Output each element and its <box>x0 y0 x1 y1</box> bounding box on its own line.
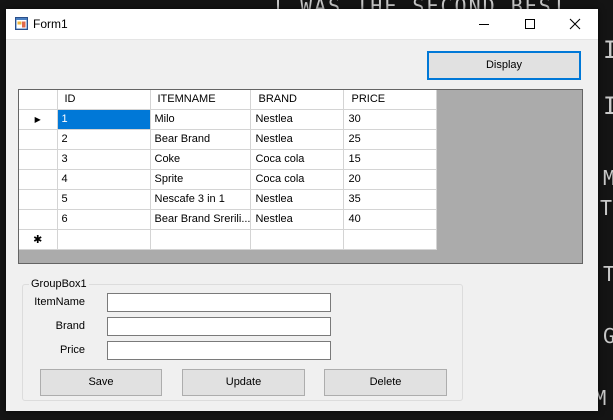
background-terminal-text: TH <box>600 196 613 220</box>
close-icon <box>569 18 581 30</box>
delete-button[interactable]: Delete <box>324 369 447 396</box>
cell-id[interactable]: 5 <box>57 189 151 210</box>
cell-itemname[interactable]: Coke <box>150 149 252 170</box>
cell-id[interactable]: 6 <box>57 209 151 230</box>
column-header-price[interactable]: PRICE <box>343 90 438 110</box>
cell-itemname[interactable]: Milo <box>150 109 252 130</box>
row-selector[interactable] <box>19 209 58 230</box>
row-selector[interactable] <box>19 129 58 150</box>
cell-id[interactable]: 1 <box>57 109 151 130</box>
cell-price[interactable]: 15 <box>343 149 438 170</box>
save-button[interactable]: Save <box>40 369 162 396</box>
new-row-asterisk-icon: ✱ <box>33 233 43 246</box>
form-window: Form1 Display ID ITEMNAME BRAND PRICE ▶ … <box>6 9 598 411</box>
column-header-itemname[interactable]: ITEMNAME <box>150 90 252 110</box>
table-row[interactable]: 6 Bear Brand Srerili... Nestlea 40 <box>19 209 438 230</box>
cell-price[interactable]: 25 <box>343 129 438 150</box>
background-terminal-text: T <box>603 262 613 286</box>
display-button[interactable]: Display <box>427 51 581 80</box>
itemname-input[interactable] <box>107 293 331 312</box>
cell-price[interactable]: 40 <box>343 209 438 230</box>
grid-header-row: ID ITEMNAME BRAND PRICE <box>19 90 438 110</box>
price-label: Price <box>59 344 85 356</box>
column-header-brand[interactable]: BRAND <box>250 90 345 110</box>
row-selector-current[interactable]: ▶ <box>19 109 58 130</box>
cell-itemname[interactable]: Sprite <box>150 169 252 190</box>
data-grid-table: ID ITEMNAME BRAND PRICE ▶ 1 Milo Nestlea… <box>19 90 438 250</box>
new-cell-itemname[interactable] <box>150 229 252 250</box>
row-selector[interactable] <box>19 149 58 170</box>
close-button[interactable] <box>552 9 598 39</box>
groupbox: GroupBox1 ItemName Brand Price Save Upda… <box>22 278 463 401</box>
cell-brand[interactable]: Nestlea <box>250 189 345 210</box>
cell-brand[interactable]: Coca cola <box>250 149 345 170</box>
background-terminal-text: M <box>603 166 613 190</box>
background-terminal-text: I <box>603 92 613 120</box>
table-row[interactable]: 3 Coke Coca cola 15 <box>19 149 438 170</box>
brand-input[interactable] <box>107 317 331 336</box>
itemname-label: ItemName <box>34 296 85 308</box>
new-cell-brand[interactable] <box>250 229 345 250</box>
background-terminal-text: I <box>603 36 613 64</box>
cell-id[interactable]: 2 <box>57 129 151 150</box>
new-cell-id[interactable] <box>57 229 151 250</box>
cell-id[interactable]: 4 <box>57 169 151 190</box>
window-title: Form1 <box>33 17 68 31</box>
new-row[interactable]: ✱ <box>19 229 438 250</box>
background-terminal-text: G <box>603 324 613 348</box>
cell-price[interactable]: 20 <box>343 169 438 190</box>
cell-itemname[interactable]: Bear Brand Srerili... <box>150 209 252 230</box>
brand-label: Brand <box>55 320 85 332</box>
minimize-icon <box>479 24 489 25</box>
cell-itemname[interactable]: Nescafe 3 in 1 <box>150 189 252 210</box>
maximize-icon <box>525 19 535 29</box>
title-bar[interactable]: Form1 <box>6 9 598 40</box>
column-header-id[interactable]: ID <box>57 90 151 110</box>
data-grid[interactable]: ID ITEMNAME BRAND PRICE ▶ 1 Milo Nestlea… <box>18 89 583 264</box>
row-selector[interactable] <box>19 169 58 190</box>
table-row[interactable]: 5 Nescafe 3 in 1 Nestlea 35 <box>19 189 438 210</box>
grid-corner-cell[interactable] <box>19 90 58 110</box>
cell-brand[interactable]: Nestlea <box>250 109 345 130</box>
cell-itemname[interactable]: Bear Brand <box>150 129 252 150</box>
new-row-selector[interactable]: ✱ <box>19 229 58 250</box>
new-cell-price[interactable] <box>343 229 438 250</box>
table-row[interactable]: 2 Bear Brand Nestlea 25 <box>19 129 438 150</box>
table-row[interactable]: ▶ 1 Milo Nestlea 30 <box>19 109 438 130</box>
app-icon <box>15 17 28 30</box>
price-input[interactable] <box>107 341 331 360</box>
minimize-button[interactable] <box>461 9 507 39</box>
update-button[interactable]: Update <box>182 369 305 396</box>
cell-id[interactable]: 3 <box>57 149 151 170</box>
cell-price[interactable]: 35 <box>343 189 438 210</box>
maximize-button[interactable] <box>507 9 553 39</box>
row-selector[interactable] <box>19 189 58 210</box>
cell-price[interactable]: 30 <box>343 109 438 130</box>
cell-brand[interactable]: Coca cola <box>250 169 345 190</box>
cell-brand[interactable]: Nestlea <box>250 209 345 230</box>
current-row-arrow-icon: ▶ <box>34 115 41 124</box>
groupbox-title: GroupBox1 <box>29 278 89 290</box>
table-row[interactable]: 4 Sprite Coca cola 20 <box>19 169 438 190</box>
cell-brand[interactable]: Nestlea <box>250 129 345 150</box>
